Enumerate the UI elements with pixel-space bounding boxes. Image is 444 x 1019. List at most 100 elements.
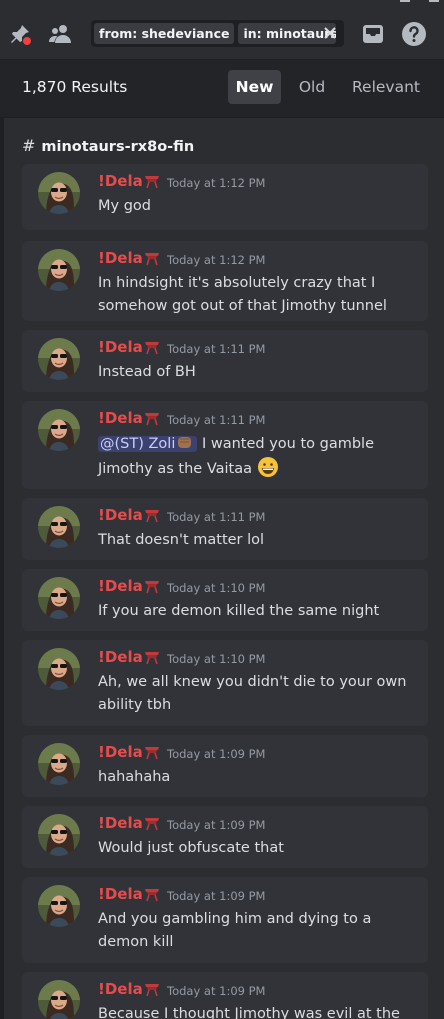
message-author[interactable]: !Dela [98, 814, 143, 832]
message-timestamp[interactable]: Today at 1:12 PM [167, 253, 265, 267]
message-result[interactable]: !Dela Today at 1:10 PM If you are demon k… [22, 569, 428, 631]
avatar[interactable] [38, 409, 80, 451]
message-author[interactable]: !Dela [98, 885, 143, 903]
channel-name: minotaurs-rx8o-fin [41, 139, 195, 155]
inbox-button[interactable] [359, 20, 387, 48]
role-icon [145, 176, 159, 189]
message-timestamp[interactable]: Today at 1:09 PM [167, 984, 265, 998]
message-content: hahahaha [98, 766, 414, 789]
search-results-list[interactable]: # minotaurs-rx8o-fin !Dela Today at 1:12 … [4, 118, 444, 1019]
message-result[interactable]: !Dela Today at 1:09 PM Because I thought … [22, 972, 428, 1019]
message-content: Because I thought Jimothy was evil at th… [98, 1003, 414, 1019]
avatar[interactable] [38, 980, 80, 1019]
message-timestamp[interactable]: Today at 1:09 PM [167, 818, 265, 832]
user-mention[interactable]: @(ST) Zoli [98, 436, 198, 452]
inbox-icon [363, 25, 383, 43]
avatar[interactable] [38, 338, 80, 380]
avatar[interactable] [38, 506, 80, 548]
role-icon [145, 510, 159, 523]
role-icon [145, 413, 159, 426]
avatar-photo [38, 885, 80, 927]
fist-emoji-icon [178, 437, 192, 448]
tab-sort-relevant[interactable]: Relevant [346, 70, 426, 104]
avatar-photo [38, 814, 80, 856]
help-icon [402, 22, 426, 46]
message-author[interactable]: !Dela [98, 506, 143, 524]
avatar[interactable] [38, 172, 80, 214]
channel-header[interactable]: # minotaurs-rx8o-fin [22, 136, 194, 155]
message-timestamp[interactable]: Today at 1:10 PM [167, 652, 265, 666]
message-content: That doesn't matter lol [98, 529, 414, 552]
message-timestamp[interactable]: Today at 1:11 PM [167, 413, 265, 427]
message-timestamp[interactable]: Today at 1:09 PM [167, 747, 265, 761]
message-result[interactable]: !Dela Today at 1:11 PM Instead of BH [22, 330, 428, 392]
avatar[interactable] [38, 885, 80, 927]
message-text: And you gambling him and dying to a demo… [98, 911, 372, 950]
message-timestamp[interactable]: Today at 1:11 PM [167, 510, 265, 524]
message-result[interactable]: !Dela Today at 1:11 PM That doesn't matte… [22, 498, 428, 560]
grinning-emoji-icon [257, 456, 278, 477]
message-result[interactable]: !Dela Today at 1:10 PM Ah, we all knew yo… [22, 640, 428, 726]
pinned-messages-button[interactable] [6, 20, 34, 48]
pin-icon [11, 25, 31, 45]
results-header: 1,870 Results New Old Relevant [0, 60, 444, 117]
search-input[interactable]: from: shedeviance in: minotaurs-rx8o-fin [91, 20, 344, 47]
message-author[interactable]: !Dela [98, 648, 143, 666]
role-icon [145, 747, 159, 760]
role-icon [145, 342, 159, 355]
results-count: 1,870 Results [22, 78, 128, 96]
message-author[interactable]: !Dela [98, 743, 143, 761]
avatar[interactable] [38, 743, 80, 785]
role-icon [145, 253, 159, 266]
message-author[interactable]: !Dela [98, 577, 143, 595]
avatar-photo [38, 249, 80, 291]
message-timestamp[interactable]: Today at 1:11 PM [167, 342, 265, 356]
tab-sort-new[interactable]: New [228, 70, 281, 104]
search-toolbar: from: shedeviance in: minotaurs-rx8o-fin [0, 0, 444, 60]
avatar[interactable] [38, 249, 80, 291]
message-text: If you are demon killed the same night [98, 603, 380, 619]
message-text: Ah, we all knew you didn't die to your o… [98, 674, 407, 713]
avatar-photo [38, 338, 80, 380]
message-content: And you gambling him and dying to a demo… [98, 908, 414, 953]
role-icon [145, 581, 159, 594]
message-author[interactable]: !Dela [98, 249, 143, 267]
message-text: My god [98, 198, 151, 214]
avatar[interactable] [38, 648, 80, 690]
avatar-photo [38, 577, 80, 619]
message-content: In hindsight it's absolutely crazy that … [98, 272, 414, 317]
message-result[interactable]: !Dela Today at 1:09 PM Would just obfusca… [22, 806, 428, 868]
message-content: Ah, we all knew you didn't die to your o… [98, 671, 414, 716]
message-result[interactable]: !Dela Today at 1:12 PM In hindsight it's … [22, 241, 428, 321]
tab-sort-old[interactable]: Old [290, 70, 334, 104]
message-timestamp[interactable]: Today at 1:10 PM [167, 581, 265, 595]
message-result[interactable]: !Dela Today at 1:11 PM @(ST) Zoli I wante… [22, 401, 428, 489]
avatar[interactable] [38, 814, 80, 856]
avatar-photo [38, 506, 80, 548]
role-icon [145, 652, 159, 665]
role-icon [145, 889, 159, 902]
message-text: Would just obfuscate that [98, 840, 284, 856]
avatar-photo [38, 980, 80, 1019]
message-result[interactable]: !Dela Today at 1:09 PM And you gambling h… [22, 877, 428, 963]
message-result[interactable]: !Dela Today at 1:12 PM My god [22, 164, 428, 230]
message-timestamp[interactable]: Today at 1:09 PM [167, 889, 265, 903]
message-content: Would just obfuscate that [98, 837, 414, 860]
message-result[interactable]: !Dela Today at 1:09 PM hahahaha [22, 735, 428, 797]
avatar-photo [38, 743, 80, 785]
message-content: Instead of BH [98, 361, 414, 384]
message-author[interactable]: !Dela [98, 338, 143, 356]
members-icon [49, 25, 71, 43]
search-filter-from[interactable]: from: shedeviance [94, 23, 235, 44]
message-text: Instead of BH [98, 364, 196, 380]
message-author[interactable]: !Dela [98, 980, 143, 998]
member-list-button[interactable] [48, 20, 76, 48]
role-icon [145, 984, 159, 997]
close-icon[interactable] [322, 25, 338, 41]
role-icon [145, 818, 159, 831]
help-button[interactable] [400, 20, 428, 48]
message-author[interactable]: !Dela [98, 409, 143, 427]
message-author[interactable]: !Dela [98, 172, 143, 190]
avatar[interactable] [38, 577, 80, 619]
message-timestamp[interactable]: Today at 1:12 PM [167, 176, 265, 190]
